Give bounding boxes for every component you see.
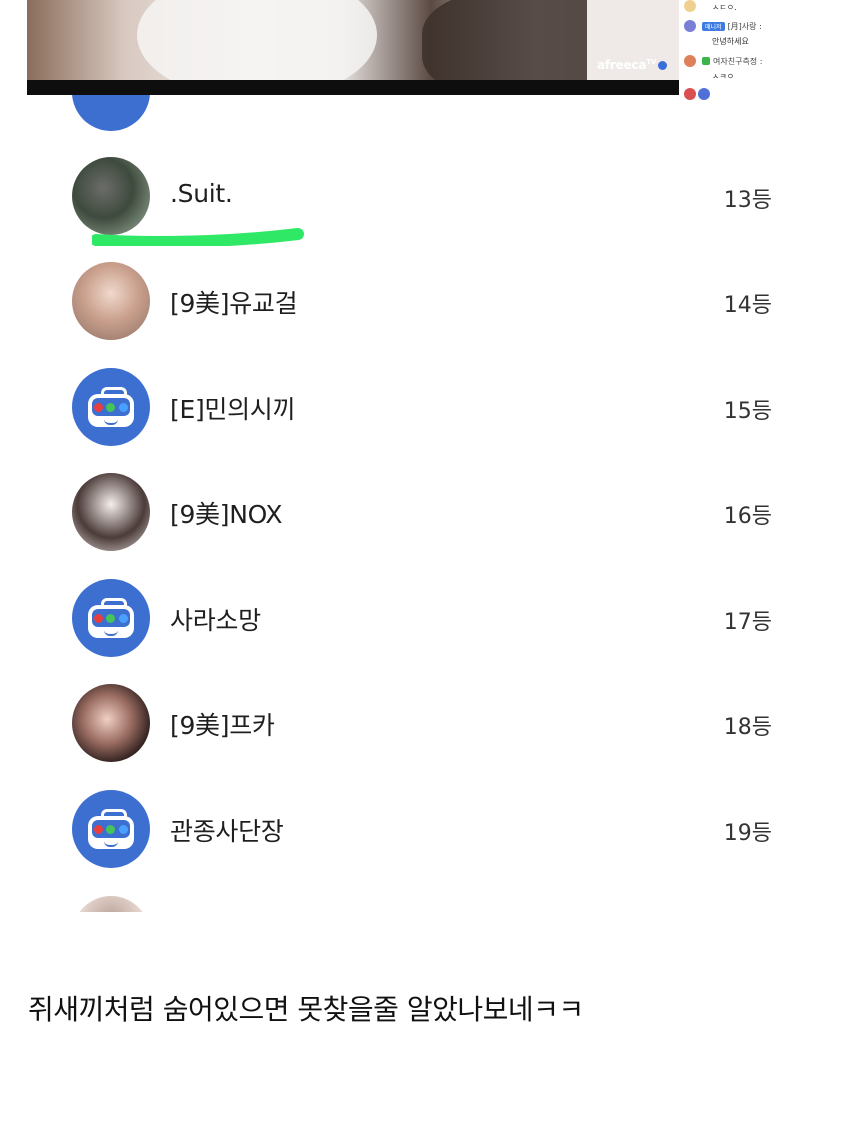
green-highlight-underline xyxy=(92,228,304,246)
avatar[interactable] xyxy=(72,684,150,762)
user-nickname: [9美]프카 xyxy=(170,711,275,740)
ranking-row[interactable]: [9美]유교걸 14등 xyxy=(0,250,850,350)
chat-avatar xyxy=(684,88,696,100)
avatar[interactable] xyxy=(72,473,150,551)
afreecatv-logo: afreecaTV xyxy=(597,58,668,72)
manager-badge: 매니저 xyxy=(702,21,725,31)
chat-line: 매니저 [月]사랑 : xyxy=(684,20,762,32)
user-nickname: [E]민의시끼 xyxy=(170,395,296,424)
chat-message: ㅅㅋㅇ xyxy=(712,72,735,81)
rank-label: 19등 xyxy=(723,821,772,846)
chat-message: ㅅㄷㅇ. xyxy=(712,3,737,12)
ranking-row[interactable]: [9美]NOX 16등 xyxy=(0,461,850,561)
chat-line xyxy=(684,0,702,12)
ranking-row[interactable]: 관종사단장 19등 xyxy=(0,778,850,878)
list-item-partial-avatar xyxy=(72,95,150,131)
rank-label: 14등 xyxy=(723,293,772,318)
rank-label: 18등 xyxy=(723,715,772,740)
avatar[interactable] xyxy=(72,262,150,340)
rank-label: 17등 xyxy=(723,610,772,635)
chat-username[interactable]: 여자친구측정 : xyxy=(713,56,762,67)
avatar[interactable] xyxy=(72,579,150,657)
chat-line-partial xyxy=(684,88,716,100)
user-nickname: [9美]유교걸 xyxy=(170,289,298,318)
chat-avatar xyxy=(684,20,696,32)
avatar[interactable] xyxy=(72,790,150,868)
chat-username[interactable]: [月]사랑 : xyxy=(728,21,762,32)
afreecatv-default-icon xyxy=(88,387,134,427)
video-bottom-bar xyxy=(27,80,679,95)
ranking-row[interactable]: [9美]프카 18등 xyxy=(0,672,850,772)
user-nickname: [9美]NOX xyxy=(170,500,283,529)
avatar[interactable] xyxy=(72,368,150,446)
video-player[interactable]: afreecaTV xyxy=(27,0,679,95)
brand-name: afreeca xyxy=(597,58,647,72)
chat-avatar xyxy=(684,0,696,12)
ranking-row[interactable]: [E]민의시끼 15등 xyxy=(0,356,850,456)
afreecatv-default-icon xyxy=(88,598,134,638)
rank-label: 15등 xyxy=(723,399,772,424)
chat-panel: ㅅㄷㅇ. 매니저 [月]사랑 : 안녕하세요 여자친구측정 : ㅅㅋㅇ xyxy=(684,0,844,100)
avatar[interactable] xyxy=(72,157,150,235)
rank-label: 16등 xyxy=(723,504,772,529)
chat-badge-icon xyxy=(702,57,710,65)
user-nickname: 사라소망 xyxy=(170,606,261,635)
chat-avatar xyxy=(698,88,710,100)
rank-label: 13등 xyxy=(723,188,772,213)
chat-line: 여자친구측정 : xyxy=(684,55,762,67)
brand-dot-icon xyxy=(658,61,668,70)
chat-avatar xyxy=(684,55,696,67)
afreecatv-default-icon xyxy=(88,809,134,849)
chat-message: 안녕하세요 xyxy=(712,37,749,46)
caption-text: 쥐새끼처럼 숨어있으면 못찾을줄 알았나보네ㅋㅋ xyxy=(28,993,584,1026)
user-nickname: .Suit. xyxy=(170,179,233,208)
ranking-row[interactable]: 사라소망 17등 xyxy=(0,567,850,667)
video-frame xyxy=(27,0,679,95)
user-nickname: 관종사단장 xyxy=(170,817,284,846)
list-item-partial-avatar xyxy=(72,896,150,912)
brand-sup: TV xyxy=(646,58,657,66)
